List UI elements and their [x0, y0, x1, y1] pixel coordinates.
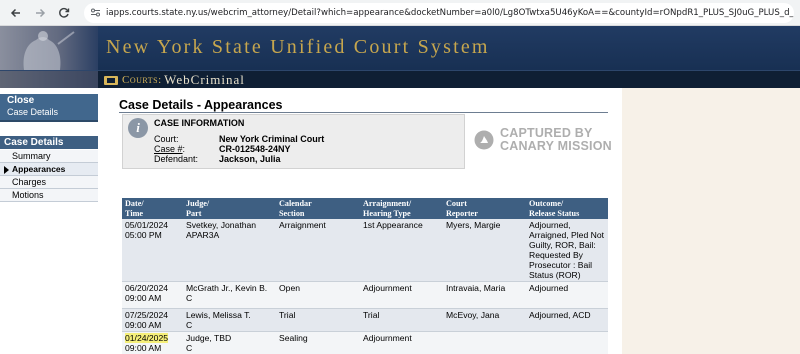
title-divider [119, 112, 608, 113]
reload-button[interactable] [52, 1, 76, 25]
reload-icon [59, 7, 70, 18]
browser-toolbar: iapps.courts.state.ny.us/webcrim_attorne… [0, 0, 800, 26]
sidebar-item-label: Appearances [12, 164, 66, 174]
close-subtitle: Case Details [7, 107, 59, 117]
sidebar: Close Case Details Case Details Summary … [0, 88, 98, 354]
sidebar-item-label: Summary [12, 151, 51, 161]
court-value: New York Criminal Court [219, 134, 325, 144]
table-row: 01/24/2025 09:00 AM Judge, TBD C Sealing A… [122, 331, 608, 354]
date-time-cell: 05/01/2024 05:00 PM [122, 219, 183, 282]
address-bar[interactable]: iapps.courts.state.ny.us/webcrim_attorne… [84, 2, 794, 23]
justice-statue-image [0, 26, 98, 70]
table-row: 07/25/2024 09:00 AM Lewis, Melissa T. C Tr… [122, 308, 608, 332]
case-number-label: Case #: [154, 144, 186, 154]
column-header: Judge/Part [183, 198, 276, 219]
case-information-panel: i CASE INFORMATION Court: New York Crimi… [122, 114, 465, 169]
defendant-value: Jackson, Julia [219, 154, 281, 164]
judge-part-cell: McGrath Jr., Kevin B. C [183, 281, 276, 309]
url-text: iapps.courts.state.ny.us/webcrim_attorne… [106, 7, 794, 18]
court-label: Court: [154, 134, 179, 144]
sidebar-section-title: Case Details [0, 136, 98, 149]
outcome-cell: Adjourned, Arraigned, Pled Not Guilty, R… [526, 219, 608, 282]
back-button[interactable] [4, 1, 28, 25]
page-title: Case Details - Appearances [119, 98, 283, 112]
hearing-cell: 1st Appearance [360, 219, 443, 282]
date-time-cell: 06/20/2024 09:00 AM [122, 281, 183, 309]
arrow-left-icon [10, 8, 20, 17]
courts-logo-icon [104, 75, 118, 85]
canary-mission-watermark: CAPTURED BY CANARY MISSION [474, 127, 612, 153]
case-number-value: CR-012548-24NY [219, 144, 291, 154]
site-title[interactable]: New York State Unified Court System [106, 36, 490, 59]
judge-part-cell: Lewis, Melissa T. C [183, 308, 276, 332]
calendar-cell: Arraignment [276, 219, 360, 282]
site-banner: New York State Unified Court System [0, 26, 800, 70]
column-header: Arraignment/Hearing Type [360, 198, 443, 219]
case-info-heading: CASE INFORMATION [154, 118, 245, 128]
reporter-cell: Intravaia, Maria [443, 281, 526, 309]
sidebar-item-label: Charges [12, 177, 47, 187]
close-case-details-button[interactable]: Close Case Details [0, 94, 98, 122]
column-header: Calendar Section [276, 198, 360, 219]
hearing-cell: Trial [360, 308, 443, 332]
highlighted-date: 01/24/2025 [125, 333, 169, 343]
reporter-cell [443, 331, 526, 354]
column-header: Date/Time [122, 198, 183, 219]
hearing-cell: Adjournment [360, 331, 443, 354]
current-page-arrow-icon [4, 166, 9, 174]
table-row: 06/20/2024 09:00 AM McGrath Jr., Kevin B.… [122, 281, 608, 309]
close-title: Close [7, 95, 35, 106]
outcome-cell: Adjourned, ACD [526, 308, 608, 332]
arrow-right-icon [36, 8, 46, 17]
column-header: Outcome/Release Status [526, 198, 608, 219]
forward-button[interactable] [28, 1, 52, 25]
reporter-cell: Myers, Margie [443, 219, 526, 282]
table-row: 05/01/2024 05:00 PM Svetkey, Jonathan APAR… [122, 219, 608, 282]
courts-label: Courts [122, 74, 159, 86]
app-subbar: Courts : WebCriminal [0, 70, 800, 88]
date-time-cell: 01/24/2025 09:00 AM [122, 331, 183, 354]
calendar-cell: Trial [276, 308, 360, 332]
appearances-table: Date/Time Judge/Part Calendar Section Arr… [122, 198, 608, 354]
webcriminal-brand[interactable]: Courts : WebCriminal [104, 72, 245, 88]
hearing-cell: Adjournment [360, 281, 443, 309]
canary-logo-icon [474, 130, 494, 150]
watermark-line-2: CANARY MISSION [500, 139, 612, 153]
calendar-cell: Open [276, 281, 360, 309]
judge-part-cell: Judge, TBD C [183, 331, 276, 354]
outcome-cell [526, 331, 608, 354]
table-header-row: Date/Time Judge/Part Calendar Section Arr… [122, 198, 608, 219]
app-name: WebCriminal [164, 72, 245, 87]
sidebar-item-motions[interactable]: Motions [0, 189, 98, 202]
sidebar-item-appearances[interactable]: Appearances [0, 163, 98, 176]
sidebar-item-label: Motions [12, 190, 44, 200]
courts-colon: : [158, 74, 162, 86]
site-info-icon[interactable] [90, 6, 101, 20]
judge-part-cell: Svetkey, Jonathan APAR3A [183, 219, 276, 282]
info-icon: i [128, 118, 148, 138]
defendant-label: Defendant: [154, 154, 199, 164]
calendar-cell: Sealing [276, 331, 360, 354]
outcome-cell: Adjourned [526, 281, 608, 309]
subbar-image [0, 71, 98, 88]
right-gutter [622, 88, 800, 354]
date-time-cell: 07/25/2024 09:00 AM [122, 308, 183, 332]
reporter-cell: McEvoy, Jana [443, 308, 526, 332]
column-header: Court Reporter [443, 198, 526, 219]
sidebar-item-charges[interactable]: Charges [0, 176, 98, 189]
sidebar-item-summary[interactable]: Summary [0, 150, 98, 163]
